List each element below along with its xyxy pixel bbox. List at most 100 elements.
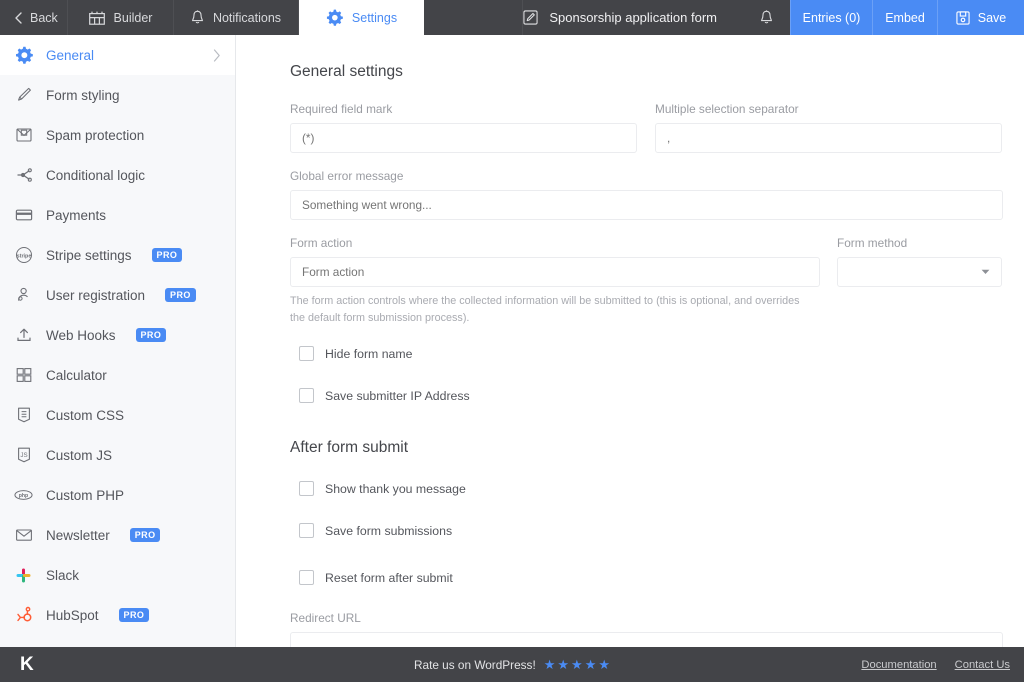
reset-form-checkbox[interactable] <box>299 570 314 585</box>
sidebar-item-label: Custom CSS <box>46 408 124 423</box>
sidebar-item-calculator[interactable]: Calculator <box>0 355 235 395</box>
sidebar-item-newsletter[interactable]: Newsletter PRO <box>0 515 235 555</box>
sidebar-item-label: HubSpot <box>46 608 99 623</box>
sidebar-item-label: Calculator <box>46 368 107 383</box>
branch-icon <box>14 166 33 185</box>
multiple-selection-separator-input[interactable] <box>655 123 1002 153</box>
entries-label: Entries (0) <box>803 11 861 25</box>
show-thank-you-label: Show thank you message <box>325 482 466 496</box>
sidebar-item-slack[interactable]: Slack <box>0 555 235 595</box>
sidebar-item-hubspot[interactable]: HubSpot PRO <box>0 595 235 635</box>
sidebar-item-custom-js[interactable]: JS Custom JS <box>0 435 235 475</box>
svg-text:php: php <box>19 493 28 499</box>
tab-builder[interactable]: Builder <box>68 0 174 35</box>
tab-notifications[interactable]: Notifications <box>174 0 299 35</box>
sidebar-item-stripe-settings[interactable]: stripe Stripe settings PRO <box>0 235 235 275</box>
redirect-url-label: Redirect URL <box>290 611 1002 625</box>
sidebar-item-label: Slack <box>46 568 79 583</box>
star-rating[interactable]: ★ ★ ★ ★ ★ <box>544 657 610 673</box>
required-field-mark-label: Required field mark <box>290 102 637 116</box>
form-method-label: Form method <box>837 236 1002 250</box>
show-thank-you-checkbox[interactable] <box>299 481 314 496</box>
save-button[interactable]: Save <box>937 0 1024 35</box>
svg-text:JS: JS <box>20 452 27 459</box>
hide-form-name-row[interactable]: Hide form name <box>290 346 1002 361</box>
sidebar-item-web-hooks[interactable]: Web Hooks PRO <box>0 315 235 355</box>
show-thank-you-row[interactable]: Show thank you message <box>290 481 1002 496</box>
edit-pencil-icon[interactable] <box>523 10 538 25</box>
save-submitter-ip-row[interactable]: Save submitter IP Address <box>290 388 1002 403</box>
tab-settings[interactable]: Settings <box>299 0 424 35</box>
hide-form-name-checkbox[interactable] <box>299 346 314 361</box>
save-form-submissions-row[interactable]: Save form submissions <box>290 523 1002 538</box>
svg-text:stripe: stripe <box>16 253 31 259</box>
save-submitter-ip-label: Save submitter IP Address <box>325 389 470 403</box>
gear-icon <box>14 46 33 65</box>
js-file-icon: JS <box>14 446 33 465</box>
star-icon[interactable]: ★ <box>557 657 569 673</box>
sidebar-item-custom-php[interactable]: php Custom PHP <box>0 475 235 515</box>
sidebar-item-label: Custom PHP <box>46 488 124 503</box>
save-form-submissions-checkbox[interactable] <box>299 523 314 538</box>
save-label: Save <box>978 11 1007 25</box>
global-error-message-input[interactable] <box>290 190 1003 220</box>
sidebar-item-label: Web Hooks <box>46 328 116 343</box>
form-action-label: Form action <box>290 236 820 250</box>
sidebar-item-spam-protection[interactable]: Spam protection <box>0 115 235 155</box>
form-title-text: Sponsorship application form <box>549 10 717 25</box>
notifications-label: Notifications <box>213 11 281 25</box>
envelope-icon <box>14 526 33 545</box>
redirect-url-input[interactable] <box>290 632 1003 647</box>
form-action-group: Form action <box>290 236 820 287</box>
page-title: General settings <box>290 63 1002 81</box>
builder-icon <box>89 11 105 25</box>
sidebar-item-conditional-logic[interactable]: Conditional logic <box>0 155 235 195</box>
form-action-input[interactable] <box>290 257 820 287</box>
sidebar-item-label: Spam protection <box>46 128 144 143</box>
css-file-icon <box>14 406 33 425</box>
bell-icon <box>191 10 204 25</box>
chevron-down-icon <box>981 269 990 275</box>
star-icon[interactable]: ★ <box>544 657 556 673</box>
star-icon[interactable]: ★ <box>585 657 597 673</box>
settings-sidebar: General Form styling Spam protection <box>0 35 236 647</box>
hubspot-icon <box>14 606 33 625</box>
builder-label: Builder <box>114 11 153 25</box>
sidebar-item-label: General <box>46 48 94 63</box>
documentation-link[interactable]: Documentation <box>861 659 936 671</box>
back-label: Back <box>30 11 58 25</box>
star-icon[interactable]: ★ <box>598 657 610 673</box>
brush-icon <box>14 86 33 105</box>
pro-badge: PRO <box>136 328 167 343</box>
chevron-left-icon <box>14 12 23 24</box>
after-form-submit-title: After form submit <box>290 439 1002 457</box>
sidebar-item-label: User registration <box>46 288 145 303</box>
footer-bar: K Rate us on WordPress! ★ ★ ★ ★ ★ Docume… <box>0 647 1024 682</box>
sidebar-item-payments[interactable]: Payments <box>0 195 235 235</box>
contact-us-link[interactable]: Contact Us <box>955 659 1010 671</box>
chevron-right-icon <box>213 49 221 62</box>
embed-button[interactable]: Embed <box>872 0 937 35</box>
embed-label: Embed <box>885 11 925 25</box>
upload-icon <box>14 326 33 345</box>
gear-icon <box>326 9 343 26</box>
credit-card-icon <box>14 206 33 225</box>
form-title-area[interactable]: Sponsorship application form <box>523 0 743 35</box>
required-field-mark-input[interactable] <box>290 123 637 153</box>
back-button[interactable]: Back <box>0 0 68 35</box>
pro-badge: PRO <box>130 528 161 543</box>
sidebar-item-general[interactable]: General <box>0 35 235 75</box>
save-submitter-ip-checkbox[interactable] <box>299 388 314 403</box>
form-method-select[interactable] <box>837 257 1002 287</box>
sidebar-item-form-styling[interactable]: Form styling <box>0 75 235 115</box>
notifications-bell-button[interactable] <box>743 0 790 35</box>
form-method-group: Form method <box>837 236 1002 287</box>
star-icon[interactable]: ★ <box>571 657 583 673</box>
pro-badge: PRO <box>119 608 150 623</box>
entries-button[interactable]: Entries (0) <box>790 0 872 35</box>
calculator-icon <box>14 366 33 385</box>
sidebar-item-custom-css[interactable]: Custom CSS <box>0 395 235 435</box>
sidebar-item-user-registration[interactable]: User registration PRO <box>0 275 235 315</box>
reset-form-row[interactable]: Reset form after submit <box>290 570 1002 585</box>
form-action-helper-text: The form action controls where the colle… <box>290 293 810 326</box>
